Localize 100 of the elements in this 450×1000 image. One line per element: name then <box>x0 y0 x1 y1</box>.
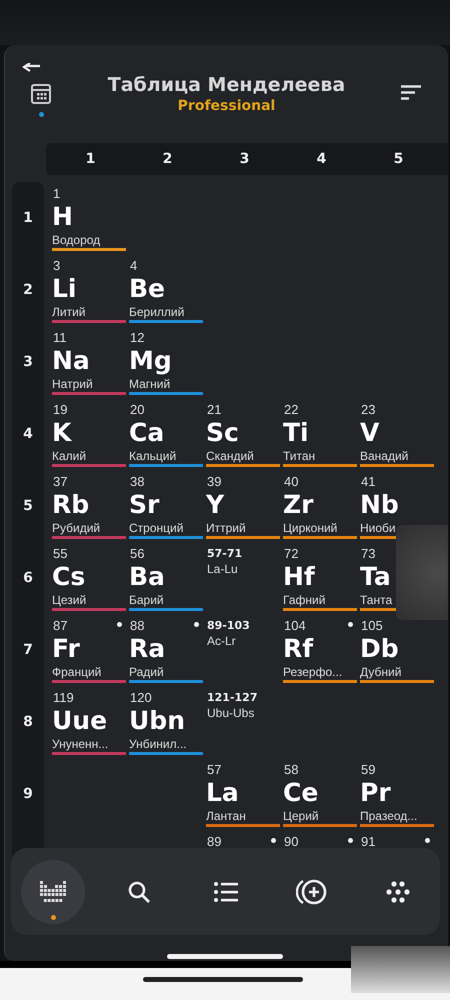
atomic-number: 119 <box>52 690 74 706</box>
element-symbol[interactable]: Rf <box>283 634 314 664</box>
element-symbol[interactable]: Sc <box>206 418 239 448</box>
atomic-number: 88 <box>129 618 144 634</box>
period-number: 7 <box>23 642 33 658</box>
element-symbol[interactable]: Sr <box>129 490 160 520</box>
atomic-number: 90 <box>283 834 298 850</box>
range-symbols: Ubu-Ubs <box>206 706 254 720</box>
element-symbol[interactable]: Zr <box>283 490 314 520</box>
atomic-number: 59 <box>360 762 376 778</box>
atomic-number: 21 <box>206 402 222 418</box>
element-symbol[interactable]: Pr <box>360 778 391 808</box>
atomic-number: 120 <box>129 690 152 706</box>
range-number[interactable]: 57-71 <box>206 546 242 562</box>
element-name: Ванадий <box>360 448 408 464</box>
element-name: Франций <box>52 664 102 680</box>
element-name: Лантан <box>206 808 246 824</box>
element-symbol[interactable]: Fr <box>52 634 80 664</box>
element-symbol[interactable]: Be <box>129 274 166 304</box>
list-icon <box>214 882 238 902</box>
element-symbol[interactable]: Ra <box>129 634 166 664</box>
period-number: 1 <box>23 210 33 226</box>
element-name: Калий <box>52 448 86 464</box>
element-name: Танта <box>360 592 392 608</box>
element-symbol[interactable]: Ti <box>283 418 309 448</box>
app-title: Таблица Менделеева <box>108 73 346 97</box>
period-number: 8 <box>23 714 33 730</box>
element-name: Радий <box>129 664 164 680</box>
sort-icon[interactable] <box>401 85 421 100</box>
atomic-number: 20 <box>129 402 144 418</box>
atomic-number: 40 <box>283 474 298 490</box>
element-name: Цезий <box>52 592 86 608</box>
element-symbol[interactable]: Ta <box>360 562 391 592</box>
element-name: Скандий <box>206 448 254 464</box>
range-number[interactable]: 121-127 <box>206 690 258 706</box>
element-symbol[interactable]: H <box>52 202 73 232</box>
atomic-number: 12 <box>129 330 144 346</box>
atomic-number: 22 <box>283 402 298 418</box>
element-symbol[interactable]: K <box>52 418 72 448</box>
period-number: 4 <box>23 426 33 442</box>
period-number: 6 <box>23 570 33 586</box>
element-name: Рубидий <box>52 520 100 536</box>
range-symbols: Ac-Lr <box>206 634 236 648</box>
atomic-number: 57 <box>206 762 222 778</box>
element-symbol[interactable]: Db <box>360 634 399 664</box>
atomic-number: 23 <box>360 402 376 418</box>
element-symbol[interactable]: Y <box>206 490 224 520</box>
table-grid-icon <box>40 880 66 902</box>
element-name: Кальций <box>129 448 176 464</box>
element-symbol[interactable]: Ba <box>129 562 165 592</box>
element-symbol[interactable]: V <box>360 418 380 448</box>
element-name: Иттрий <box>206 520 246 536</box>
range-number[interactable]: 89-103 <box>206 618 250 634</box>
element-name: Гафний <box>283 592 326 608</box>
element-name: Титан <box>283 448 316 464</box>
period-number: 3 <box>23 354 33 370</box>
atomic-number: 104 <box>283 618 306 634</box>
dots-icon <box>386 880 410 902</box>
atomic-number: 55 <box>52 546 68 562</box>
element-symbol[interactable]: Hf <box>283 562 315 592</box>
atomic-number: 56 <box>129 546 144 562</box>
element-symbol[interactable]: Li <box>52 274 76 304</box>
element-symbol[interactable]: Ce <box>283 778 318 808</box>
element-symbol[interactable]: La <box>206 778 239 808</box>
group-number: 3 <box>238 151 250 167</box>
element-symbol[interactable]: Uue <box>52 706 108 736</box>
group-number: 1 <box>84 151 96 167</box>
element-symbol[interactable]: Ubn <box>129 706 185 736</box>
period-number: 2 <box>23 282 33 298</box>
element-symbol[interactable]: Cs <box>52 562 86 592</box>
group-number: 2 <box>162 151 174 167</box>
range-symbols: La-Lu <box>206 562 238 576</box>
element-name: Празеод... <box>360 808 418 824</box>
element-name: Барий <box>129 592 164 608</box>
atomic-number: 37 <box>52 474 68 490</box>
element-name: Унбинил... <box>129 736 187 752</box>
period-number: 5 <box>23 498 33 514</box>
atomic-number: 87 <box>52 618 68 634</box>
element-name: Дубний <box>360 664 402 680</box>
table-icon[interactable] <box>31 84 51 104</box>
atomic-number: 73 <box>360 546 376 562</box>
atomic-number: 105 <box>360 618 383 634</box>
element-symbol[interactable]: Rb <box>52 490 90 520</box>
app-subtitle: Professional <box>178 97 276 115</box>
element-symbol[interactable]: Mg <box>129 346 172 376</box>
element-name: Резерфо... <box>283 664 342 680</box>
atomic-number: 11 <box>52 330 66 346</box>
atomic-number: 4 <box>129 258 138 274</box>
add-circle-icon <box>296 878 328 904</box>
element-name: Магний <box>129 376 170 392</box>
atomic-number: 39 <box>206 474 222 490</box>
atomic-number: 91 <box>360 834 376 850</box>
element-name: Бериллий <box>129 304 184 320</box>
period-number: 9 <box>23 786 33 802</box>
element-name: Унуненн... <box>52 736 108 752</box>
element-symbol[interactable]: Nb <box>360 490 399 520</box>
atomic-number: 41 <box>360 474 376 490</box>
atomic-number: 58 <box>283 762 298 778</box>
element-symbol[interactable]: Ca <box>129 418 164 448</box>
element-symbol[interactable]: Na <box>52 346 90 376</box>
